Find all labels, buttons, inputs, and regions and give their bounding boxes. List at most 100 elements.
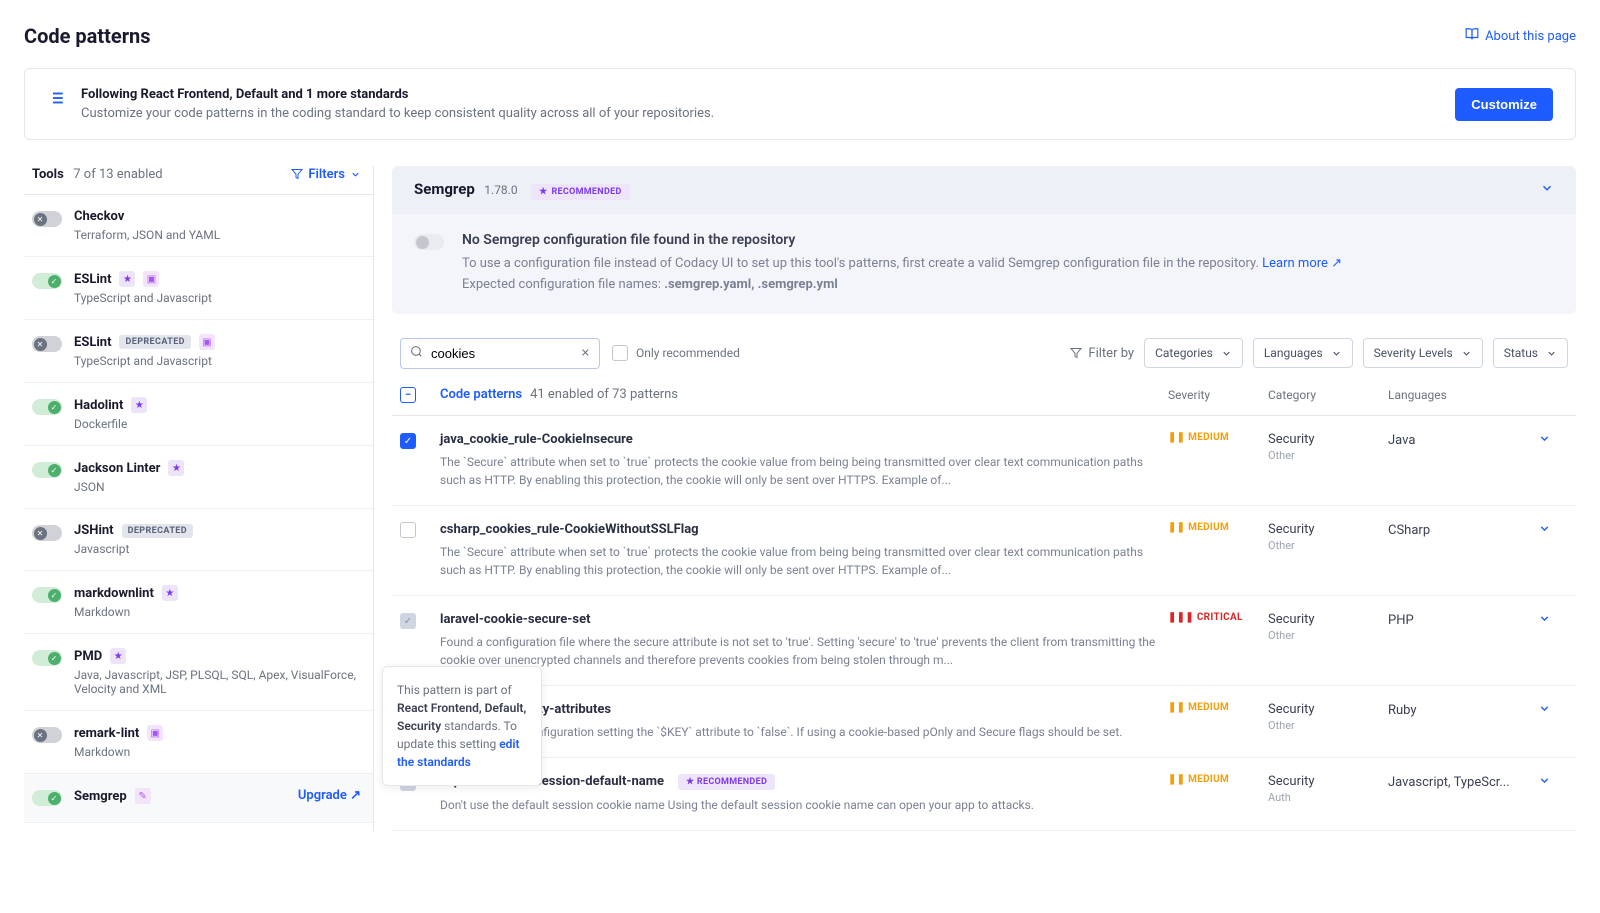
severity-badge: ❚❚ MEDIUM — [1168, 522, 1268, 533]
tool-toggle[interactable]: ✕ — [32, 727, 62, 743]
pattern-desc: Found a configuration file where the sec… — [440, 633, 1168, 669]
tool-name: ESLint — [74, 335, 111, 350]
tool-row[interactable]: ✓ PMD ★ Java, Javascript, JSP, PLSQL, SQ… — [24, 634, 373, 711]
tool-name: Hadolint — [74, 398, 123, 413]
tool-row[interactable]: ✕ ESLint DEPRECATED▣ TypeScript and Java… — [24, 320, 373, 383]
tool-toggle[interactable]: ✓ — [32, 462, 62, 478]
col-severity-label: Severity — [1168, 388, 1268, 402]
select-all-checkbox[interactable]: − — [400, 387, 416, 403]
tool-name: Checkov — [74, 209, 124, 224]
config-badge-icon: ▣ — [147, 725, 163, 741]
tool-toggle[interactable]: ✕ — [32, 211, 62, 227]
pattern-row: ✓ laravel-cookie-secure-set Found a conf… — [392, 596, 1576, 686]
expand-pattern-button[interactable] — [1538, 613, 1551, 629]
tool-toggle[interactable]: ✓ — [32, 587, 62, 603]
expand-pattern-button[interactable] — [1538, 433, 1551, 449]
pattern-desc: _store` session configuration setting th… — [440, 723, 1168, 741]
category-main: Security — [1268, 522, 1388, 537]
pattern-row: csharp_cookies_rule-CookieWithoutSSLFlag… — [392, 506, 1576, 596]
severity-badge: ❚❚ MEDIUM — [1168, 432, 1268, 443]
star-badge-icon: ★ — [162, 585, 178, 601]
col-languages-label: Languages — [1388, 388, 1538, 402]
expand-pattern-button[interactable] — [1538, 775, 1551, 791]
tool-langs: Dockerfile — [74, 417, 361, 431]
pencil-badge-icon: ✎ — [135, 788, 151, 804]
status-dropdown[interactable]: Status — [1493, 338, 1568, 368]
about-link[interactable]: About this page — [1465, 27, 1576, 45]
pattern-langs: CSharp — [1388, 523, 1430, 538]
sidebar-count: 7 of 13 enabled — [73, 167, 162, 182]
category-sub: Other — [1268, 719, 1388, 732]
tool-toggle[interactable]: ✕ — [32, 336, 62, 352]
tool-row[interactable]: ✓ Hadolint ★ Dockerfile — [24, 383, 373, 446]
tool-row[interactable]: ✓ markdownlint ★ Markdown — [24, 571, 373, 634]
table-header: − Code patterns 41 enabled of 73 patterns… — [392, 387, 1576, 416]
pattern-row: ✓ express-cookie-session-default-name★ R… — [392, 758, 1576, 831]
pattern-row: ✓ e-session-security-attributes _store` … — [392, 686, 1576, 758]
star-badge-icon: ★ — [110, 648, 126, 664]
col-category-label: Category — [1268, 388, 1388, 402]
tool-row[interactable]: ✓ ESLint ★▣ TypeScript and Javascript — [24, 257, 373, 320]
category-main: Security — [1268, 612, 1388, 627]
tool-row[interactable]: ✓ Jackson Linter ★ JSON — [24, 446, 373, 509]
tool-row[interactable]: ✕ remark-lint ▣ Markdown — [24, 711, 373, 774]
tool-name: JSHint — [74, 523, 114, 538]
tool-row[interactable]: ✓ Semgrep ✎ Upgrade ↗ — [24, 774, 373, 823]
tool-row[interactable]: ✕ JSHint DEPRECATED Javascript — [24, 509, 373, 571]
filter-by-label: Filter by — [1070, 346, 1134, 361]
upgrade-link[interactable]: Upgrade ↗ — [298, 788, 361, 803]
filters-button[interactable]: Filters — [291, 167, 361, 182]
category-main: Security — [1268, 774, 1388, 789]
filters-label: Filters — [308, 167, 345, 182]
pattern-name: express-cookie-session-default-name★ REC… — [440, 774, 1168, 790]
config-badge-icon: ▣ — [199, 334, 215, 350]
collapse-button[interactable] — [1540, 181, 1554, 199]
tool-toggle[interactable]: ✕ — [32, 525, 62, 541]
config-file-toggle[interactable] — [414, 234, 444, 250]
sidebar-title: Tools — [32, 167, 64, 182]
col-patterns-count: 41 enabled of 73 patterns — [530, 387, 678, 402]
tool-langs: JSON — [74, 480, 361, 494]
tool-name: remark-lint — [74, 726, 139, 741]
recommended-badge: ★ RECOMMENDED — [678, 774, 775, 790]
book-icon — [1465, 27, 1479, 45]
learn-more-link[interactable]: Learn more ↗ — [1262, 256, 1342, 271]
tool-toggle[interactable]: ✓ — [32, 399, 62, 415]
category-main: Security — [1268, 432, 1388, 447]
severity-badge: ❚❚ MEDIUM — [1168, 702, 1268, 713]
pattern-checkbox[interactable] — [400, 522, 416, 538]
tools-sidebar: Tools 7 of 13 enabled Filters ✕ Checkov … — [24, 166, 374, 831]
category-sub: Other — [1268, 449, 1388, 462]
pattern-langs: Javascript, TypeScr... — [1388, 775, 1510, 790]
pattern-checkbox[interactable]: ✓ — [400, 433, 416, 449]
tool-toggle[interactable]: ✓ — [32, 273, 62, 289]
pattern-tooltip: This pattern is part of React Frontend, … — [382, 666, 542, 786]
pattern-name: java_cookie_rule-CookieInsecure — [440, 432, 1168, 447]
expand-pattern-button[interactable] — [1538, 703, 1551, 719]
config-badge-icon: ▣ — [143, 271, 159, 287]
col-patterns-label[interactable]: Code patterns — [440, 387, 522, 402]
tool-toggle[interactable]: ✓ — [32, 790, 62, 806]
only-recommended-checkbox[interactable]: Only recommended — [612, 345, 740, 361]
expand-pattern-button[interactable] — [1538, 523, 1551, 539]
tool-toggle[interactable]: ✓ — [32, 650, 62, 666]
tool-langs: Java, Javascript, JSP, PLSQL, SQL, Apex,… — [74, 668, 361, 696]
tool-langs: Markdown — [74, 605, 361, 619]
tool-name: Jackson Linter — [74, 461, 160, 476]
customize-button[interactable]: Customize — [1455, 88, 1553, 121]
about-link-text: About this page — [1485, 29, 1576, 44]
search-input[interactable] — [400, 338, 600, 369]
star-badge-icon: ★ — [119, 271, 135, 287]
tool-langs: Terraform, JSON and YAML — [74, 228, 361, 242]
star-badge-icon: ★ — [168, 460, 184, 476]
categories-dropdown[interactable]: Categories — [1144, 338, 1243, 368]
pattern-checkbox[interactable]: ✓ — [400, 613, 416, 629]
edit-standards-link[interactable]: edit the standards — [397, 737, 520, 769]
customize-banner: Following React Frontend, Default and 1 … — [24, 68, 1576, 140]
severity-dropdown[interactable]: Severity Levels — [1363, 338, 1483, 368]
tool-row[interactable]: ✕ Checkov Terraform, JSON and YAML — [24, 195, 373, 257]
languages-dropdown[interactable]: Languages — [1253, 338, 1353, 368]
tool-name: markdownlint — [74, 586, 154, 601]
pattern-name: e-session-security-attributes — [440, 702, 1168, 717]
clear-search-icon[interactable]: ✕ — [581, 347, 590, 360]
